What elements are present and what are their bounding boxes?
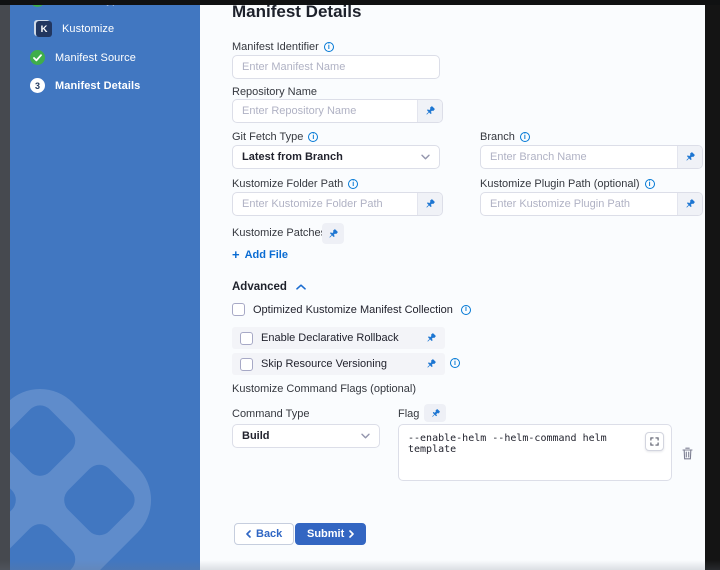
branch-label: Branch i <box>480 131 530 143</box>
expand-editor-button[interactable] <box>645 432 664 451</box>
branch-field <box>480 145 703 169</box>
pin-icon <box>327 228 339 240</box>
flag-pin-button[interactable] <box>424 404 446 422</box>
command-type-label: Command Type <box>232 408 309 420</box>
back-button[interactable]: Back <box>234 523 294 545</box>
runtime-input-pin-icon[interactable] <box>677 146 702 168</box>
window-top-edge <box>0 0 720 5</box>
sidebar-item-label: Manifest Source <box>55 52 136 64</box>
window-bottom-shadow <box>0 560 720 570</box>
flag-field: --enable-helm --helm-command helm templa… <box>398 424 672 481</box>
kustomize-plugin-path-input[interactable] <box>481 193 677 215</box>
delete-flag-button[interactable] <box>682 447 693 460</box>
sidebar-item-kustomize[interactable]: K Kustomize <box>36 21 114 37</box>
info-icon[interactable]: i <box>450 358 460 368</box>
kustomize-folder-path-field <box>232 192 443 216</box>
sidebar-item-label: Manifest Details <box>55 80 140 92</box>
info-icon[interactable]: i <box>461 305 471 315</box>
kustomize-plugin-path-label: Kustomize Plugin Path (optional) i <box>480 178 655 190</box>
info-icon[interactable]: i <box>348 179 358 189</box>
declarative-rollback-checkbox[interactable] <box>240 332 253 345</box>
repository-name-input[interactable] <box>233 100 417 122</box>
git-fetch-type-label: Git Fetch Type i <box>232 131 318 143</box>
pin-icon[interactable] <box>425 358 437 370</box>
chevron-up-icon <box>296 284 306 290</box>
skip-versioning-row: Skip Resource Versioning <box>232 353 445 375</box>
manifest-identifier-field <box>232 55 440 79</box>
pin-icon <box>430 408 441 419</box>
plus-icon: + <box>232 248 240 261</box>
sidebar-item-manifest-details[interactable]: 3 Manifest Details <box>30 78 140 93</box>
step-number-badge: 3 <box>30 78 45 93</box>
background-page-edge <box>0 0 10 570</box>
manifest-details-form: Manifest Details Manifest Identifier i R… <box>200 5 705 570</box>
step-sidebar: Manifest Type K Kustomize Manifest Sourc… <box>10 0 200 570</box>
pin-icon[interactable] <box>425 332 437 344</box>
command-type-select[interactable]: Build <box>232 424 380 448</box>
kustomize-folder-path-input[interactable] <box>233 193 417 215</box>
submit-button[interactable]: Submit <box>295 523 366 545</box>
window-right-edge <box>705 0 720 570</box>
page-title: Manifest Details <box>232 2 361 22</box>
chevron-down-icon <box>421 154 430 160</box>
git-fetch-type-select[interactable]: Latest from Branch <box>232 145 440 169</box>
manifest-details-drawer: Manifest Type K Kustomize Manifest Sourc… <box>0 0 720 570</box>
info-icon[interactable]: i <box>645 179 655 189</box>
info-icon[interactable]: i <box>308 132 318 142</box>
branch-input[interactable] <box>481 146 677 168</box>
runtime-input-pin-icon[interactable] <box>417 193 442 215</box>
add-file-button[interactable]: + Add File <box>232 248 288 261</box>
harness-watermark-logo <box>10 350 190 570</box>
patches-pin-button[interactable] <box>322 223 344 244</box>
repository-name-field <box>232 99 443 123</box>
runtime-input-pin-icon[interactable] <box>677 193 702 215</box>
flag-label: Flag <box>398 408 419 420</box>
sidebar-item-label: Kustomize <box>62 23 114 35</box>
sidebar-item-manifest-source[interactable]: Manifest Source <box>30 50 136 65</box>
kustomize-icon: K <box>36 21 52 37</box>
info-icon[interactable]: i <box>324 42 334 52</box>
info-icon[interactable]: i <box>520 132 530 142</box>
chevron-right-icon <box>349 530 354 538</box>
declarative-rollback-row: Enable Declarative Rollback <box>232 327 445 349</box>
repository-name-label: Repository Name <box>232 86 317 98</box>
manifest-identifier-input[interactable] <box>233 56 439 78</box>
optimized-collection-row: Optimized Kustomize Manifest Collection … <box>232 303 471 316</box>
chevron-left-icon <box>246 530 251 538</box>
flag-textarea[interactable]: --enable-helm --helm-command helm templa… <box>399 425 671 480</box>
kustomize-folder-path-label: Kustomize Folder Path i <box>232 178 358 190</box>
step-complete-icon <box>30 50 45 65</box>
expand-icon <box>650 437 659 446</box>
advanced-section-toggle[interactable]: Advanced <box>232 281 306 293</box>
kustomize-plugin-path-field <box>480 192 703 216</box>
optimized-collection-checkbox[interactable] <box>232 303 245 316</box>
command-flags-section-label: Kustomize Command Flags (optional) <box>232 383 416 395</box>
skip-versioning-checkbox[interactable] <box>240 358 253 371</box>
manifest-identifier-label: Manifest Identifier i <box>232 41 334 53</box>
chevron-down-icon <box>361 433 370 439</box>
trash-icon <box>682 447 693 460</box>
runtime-input-pin-icon[interactable] <box>417 100 442 122</box>
